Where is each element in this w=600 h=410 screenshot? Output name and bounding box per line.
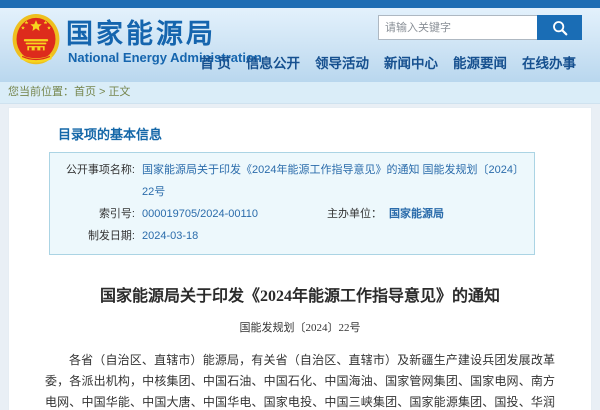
search-bar <box>378 15 582 40</box>
date-value: 2024-03-18 <box>135 225 198 247</box>
breadcrumb-prefix: 您当前位置： <box>8 86 74 98</box>
breadcrumb-home-link[interactable]: 首页 <box>74 86 96 98</box>
directory-section-title: 目录项的基本信息 <box>58 124 591 143</box>
index-value: 000019705/2024-00110 <box>135 203 292 225</box>
breadcrumb-current: 正文 <box>108 86 130 98</box>
nav-item-leadership[interactable]: 领导活动 <box>315 52 369 72</box>
main-nav: 首 页 信息公开 领导活动 新闻中心 能源要闻 在线办事 <box>200 52 576 72</box>
site-header: 国家能源局 National Energy Administration 首 页… <box>0 8 600 82</box>
site-title-chinese: 国家能源局 <box>66 12 216 51</box>
content-card: 目录项的基本信息 公开事项名称: 国家能源局关于印发《2024年能源工作指导意见… <box>8 107 592 410</box>
info-row-index-org: 索引号: 000019705/2024-00110 主办单位： 国家能源局 <box>50 203 534 225</box>
nav-item-info-disclosure[interactable]: 信息公开 <box>246 52 300 72</box>
search-button[interactable] <box>537 15 582 40</box>
index-label: 索引号: <box>50 203 135 225</box>
article-doc-number: 国能发规划〔2024〕22号 <box>9 319 591 335</box>
nav-item-news-center[interactable]: 新闻中心 <box>384 52 438 72</box>
article-paragraph: 各省（自治区、直辖市）能源局，有关省（自治区、直辖市）及新疆生产建设兵团发展改革… <box>45 350 555 410</box>
breadcrumb: 您当前位置：首页>正文 <box>0 82 600 104</box>
name-value: 国家能源局关于印发《2024年能源工作指导意见》的通知 国能发规划〔2024〕2… <box>135 159 534 203</box>
magnifier-icon <box>551 19 569 37</box>
top-strip <box>0 0 600 8</box>
article-title: 国家能源局关于印发《2024年能源工作指导意见》的通知 <box>9 282 591 306</box>
date-label: 制发日期: <box>50 225 135 247</box>
nav-item-home[interactable]: 首 页 <box>200 52 231 72</box>
china-national-emblem-icon <box>10 11 62 69</box>
org-label: 主办单位： <box>292 203 382 225</box>
name-label: 公开事项名称: <box>50 159 135 203</box>
org-value: 国家能源局 <box>382 203 444 225</box>
page: 国家能源局 National Energy Administration 首 页… <box>0 0 600 410</box>
article-body: 各省（自治区、直辖市）能源局，有关省（自治区、直辖市）及新疆生产建设兵团发展改革… <box>45 350 555 410</box>
info-row-name: 公开事项名称: 国家能源局关于印发《2024年能源工作指导意见》的通知 国能发规… <box>50 159 534 203</box>
info-row-date: 制发日期: 2024-03-18 <box>50 225 534 247</box>
breadcrumb-separator: > <box>99 86 105 98</box>
nav-item-online-services[interactable]: 在线办事 <box>522 52 576 72</box>
directory-info-box: 公开事项名称: 国家能源局关于印发《2024年能源工作指导意见》的通知 国能发规… <box>49 152 535 255</box>
nav-item-energy-news[interactable]: 能源要闻 <box>453 52 507 72</box>
search-input[interactable] <box>378 15 537 40</box>
